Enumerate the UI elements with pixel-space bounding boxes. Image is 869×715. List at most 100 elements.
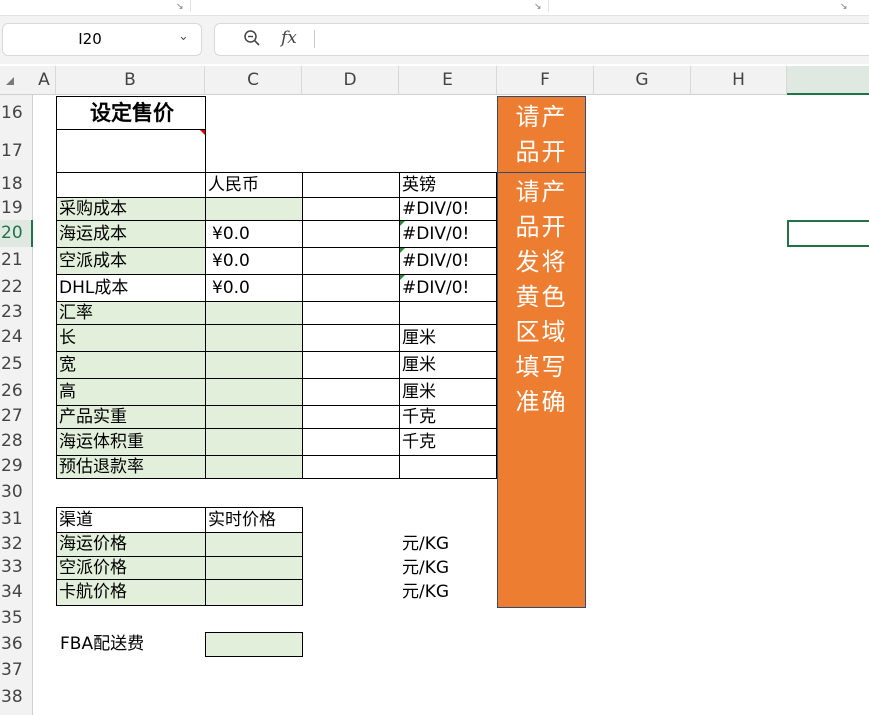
value-sea-rmb[interactable]: ¥0.0 (205, 220, 303, 248)
label-width[interactable]: 宽 (56, 351, 206, 379)
row-header[interactable]: 32 (0, 532, 33, 556)
row-header[interactable]: 38 (0, 684, 33, 711)
row-header[interactable]: 21 (0, 247, 33, 274)
value-air-gbp[interactable]: #DIV/0! (399, 247, 497, 275)
row-header[interactable]: 23 (0, 301, 33, 324)
input-truck-price[interactable] (205, 579, 303, 606)
value-dhl-rmb[interactable]: ¥0.0 (205, 274, 303, 302)
row-header[interactable]: 27 (0, 405, 33, 428)
input-volume-weight[interactable] (205, 428, 303, 456)
header-gbp[interactable]: 英镑 (399, 172, 497, 198)
table-cell[interactable] (302, 220, 400, 248)
label-fba-fee[interactable]: FBA配送费 (57, 632, 205, 657)
input-length[interactable] (205, 324, 303, 352)
row-header[interactable]: 20 (0, 220, 33, 247)
label-truck-price[interactable]: 卡航价格 (56, 579, 206, 606)
select-all-corner[interactable] (0, 66, 33, 95)
sheet-title[interactable]: 设定售价 (56, 96, 206, 130)
input-air-price[interactable] (205, 556, 303, 580)
row-header[interactable]: 36 (0, 632, 33, 657)
chevron-down-icon[interactable]: ⌄ (178, 29, 189, 44)
input-height[interactable] (205, 378, 303, 406)
unit-truck-price[interactable]: 元/KG (400, 579, 496, 606)
dialog-launcher-icon[interactable]: ↘ (534, 2, 544, 12)
table-cell[interactable] (302, 378, 400, 406)
column-header-b[interactable]: B (56, 66, 205, 95)
label-height[interactable]: 高 (56, 378, 206, 406)
dialog-launcher-icon[interactable]: ↘ (176, 2, 186, 12)
input-width[interactable] (205, 351, 303, 379)
row-header[interactable]: 37 (0, 657, 33, 684)
row-header[interactable]: 33 (0, 556, 33, 579)
input-exchange-rate[interactable] (205, 301, 303, 325)
unit-width[interactable]: 厘米 (399, 351, 497, 379)
input-fba-fee[interactable] (205, 632, 303, 657)
row-header[interactable]: 19 (0, 197, 33, 220)
table-cell[interactable] (56, 172, 206, 198)
label-actual-weight[interactable]: 产品实重 (56, 405, 206, 429)
table-cell[interactable] (302, 455, 400, 479)
column-header-d[interactable]: D (302, 66, 399, 95)
row-header[interactable]: 26 (0, 378, 33, 405)
table-cell[interactable] (399, 301, 497, 325)
active-cell-selection[interactable] (787, 220, 869, 247)
label-sea-price[interactable]: 海运价格 (56, 532, 206, 557)
function-icon[interactable]: fx (281, 28, 297, 48)
header-rmb[interactable]: 人民币 (205, 172, 303, 198)
column-header-e[interactable]: E (399, 66, 497, 95)
input-sea-price[interactable] (205, 532, 303, 557)
column-header-h[interactable]: H (691, 66, 787, 95)
note-box-top[interactable]: 请产品开 (497, 96, 586, 173)
value-purchase-gbp[interactable]: #DIV/0! (399, 197, 497, 221)
table-cell[interactable] (302, 324, 400, 352)
unit-air-price[interactable]: 元/KG (400, 556, 496, 580)
row-header[interactable]: 30 (0, 478, 33, 507)
column-header-g[interactable]: G (594, 66, 691, 95)
row-header[interactable]: 34 (0, 579, 33, 605)
unit-volume-weight[interactable]: 千克 (399, 428, 497, 456)
label-length[interactable]: 长 (56, 324, 206, 352)
row-header[interactable]: 18 (0, 172, 33, 197)
input-purchase-cost[interactable] (205, 197, 303, 221)
table-cell[interactable] (302, 274, 400, 302)
note-box-main[interactable]: 请产品开发将黄色区域填写准确 (497, 172, 586, 608)
row-header[interactable]: 31 (0, 507, 33, 532)
row-header[interactable]: 35 (0, 605, 33, 632)
table-cell[interactable] (302, 172, 400, 198)
label-purchase-cost[interactable]: 采购成本 (56, 197, 206, 221)
row-header[interactable]: 29 (0, 455, 33, 478)
column-header-a[interactable]: A (33, 66, 56, 95)
header-live-price[interactable]: 实时价格 (205, 507, 303, 533)
value-air-rmb[interactable]: ¥0.0 (205, 247, 303, 275)
input-actual-weight[interactable] (205, 405, 303, 429)
row-header[interactable]: 28 (0, 428, 33, 455)
header-channel[interactable]: 渠道 (56, 507, 206, 533)
label-air-price[interactable]: 空派价格 (56, 556, 206, 580)
column-header-i[interactable]: I (787, 66, 869, 95)
row-header[interactable]: 16 (0, 96, 33, 130)
value-dhl-gbp[interactable]: #DIV/0! (399, 274, 497, 302)
unit-length[interactable]: 厘米 (399, 324, 497, 352)
table-cell[interactable] (302, 351, 400, 379)
zoom-icon[interactable] (243, 29, 261, 51)
label-sea-cost[interactable]: 海运成本 (56, 220, 206, 248)
label-exchange-rate[interactable]: 汇率 (56, 301, 206, 325)
title-subcell[interactable] (56, 129, 206, 173)
row-header[interactable]: 24 (0, 324, 33, 351)
label-refund-rate[interactable]: 预估退款率 (56, 455, 206, 479)
table-cell[interactable] (302, 428, 400, 456)
label-volume-weight[interactable]: 海运体积重 (56, 428, 206, 456)
unit-sea-price[interactable]: 元/KG (400, 532, 496, 557)
row-header[interactable]: 17 (0, 130, 33, 172)
table-cell[interactable] (302, 301, 400, 325)
table-cell[interactable] (302, 247, 400, 275)
unit-actual-weight[interactable]: 千克 (399, 405, 497, 429)
table-cell[interactable] (399, 455, 497, 479)
table-cell[interactable] (302, 197, 400, 221)
label-dhl-cost[interactable]: DHL成本 (56, 274, 206, 302)
label-air-cost[interactable]: 空派成本 (56, 247, 206, 275)
column-header-f[interactable]: F (497, 66, 594, 95)
unit-height[interactable]: 厘米 (399, 378, 497, 406)
value-sea-gbp[interactable]: #DIV/0! (399, 220, 497, 248)
dialog-launcher-icon[interactable]: ↘ (840, 2, 850, 12)
